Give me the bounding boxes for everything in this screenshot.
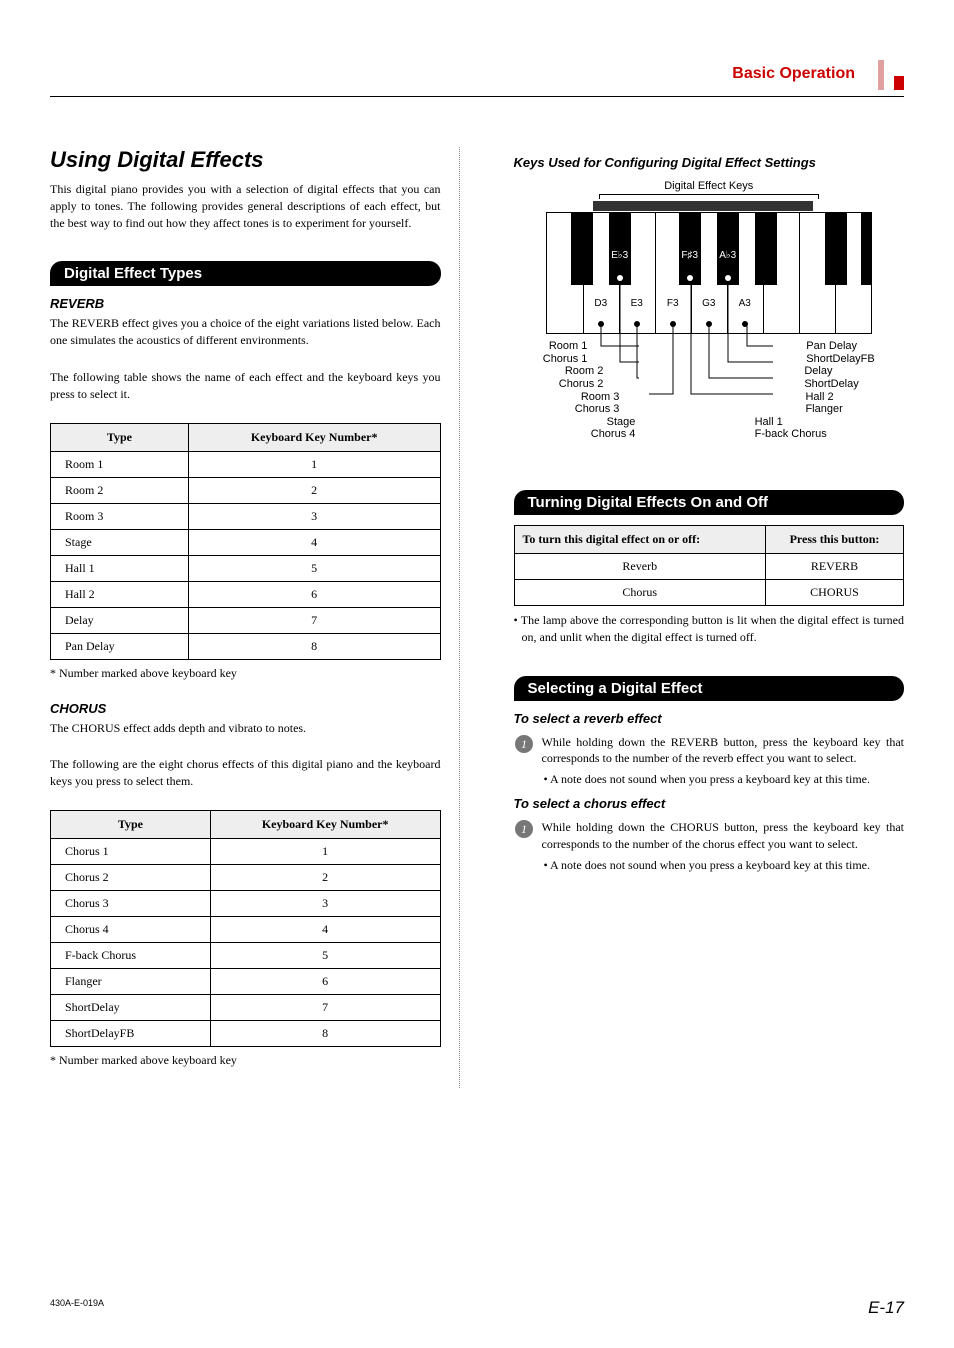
step-reverb-note: • A note does not sound when you press a…	[542, 771, 905, 788]
table-row: Chorus 33	[51, 890, 441, 916]
keyboard-icon: D3 E3 F3 G3 A3 E♭3 F♯3 A♭3	[546, 212, 872, 334]
reverb-footnote: * Number marked above keyboard key	[50, 666, 441, 681]
table-row: ShortDelay7	[51, 994, 441, 1020]
right-column: Keys Used for Configuring Digital Effect…	[496, 147, 905, 1088]
chorus-th-type: Type	[51, 810, 211, 838]
svg-text:1: 1	[521, 737, 527, 751]
reverb-th-keynum: Keyboard Key Number*	[188, 423, 440, 451]
keyboard-diagram: Digital Effect Keys D3 E3 F3 G3 A3	[529, 180, 889, 460]
section-heading-turning: Turning Digital Effects On and Off	[514, 490, 905, 515]
table-row: Room 33	[51, 503, 441, 529]
chorus-desc2: The following are the eight chorus effec…	[50, 756, 441, 790]
table-row: Chorus 44	[51, 916, 441, 942]
left-column: Using Digital Effects This digital piano…	[50, 147, 460, 1088]
table-row: Hall 15	[51, 555, 441, 581]
chorus-th-keynum: Keyboard Key Number*	[210, 810, 440, 838]
select-chorus-heading: To select a chorus effect	[514, 796, 905, 811]
keys-config-heading: Keys Used for Configuring Digital Effect…	[514, 155, 905, 170]
reverb-heading: REVERB	[50, 296, 441, 311]
turning-th-effect: To turn this digital effect on or off:	[514, 526, 766, 554]
table-row: Chorus 11	[51, 838, 441, 864]
kbd-top-label: Digital Effect Keys	[664, 180, 753, 192]
reverb-th-type: Type	[51, 423, 189, 451]
header-accent-icon	[878, 60, 904, 90]
table-row: Flanger6	[51, 968, 441, 994]
table-row: F-back Chorus5	[51, 942, 441, 968]
step-chorus-text: While holding down the CHORUS button, pr…	[542, 820, 905, 851]
reverb-table: Type Keyboard Key Number* Room 11 Room 2…	[50, 423, 441, 660]
table-row: Chorus 22	[51, 864, 441, 890]
table-row: Room 22	[51, 477, 441, 503]
table-row: Hall 26	[51, 581, 441, 607]
turning-note: • The lamp above the corresponding butto…	[514, 612, 905, 646]
reverb-desc2: The following table shows the name of ea…	[50, 369, 441, 403]
footer-code: 430A-E-019A	[50, 1298, 104, 1318]
turning-table: To turn this digital effect on or off: P…	[514, 525, 905, 606]
footer-page-number: E-17	[868, 1298, 904, 1318]
turning-th-button: Press this button:	[766, 526, 904, 554]
section-heading-selecting: Selecting a Digital Effect	[514, 676, 905, 701]
table-row: ShortDelayFB8	[51, 1020, 441, 1046]
step-reverb: 1 While holding down the REVERB button, …	[514, 734, 905, 788]
select-reverb-heading: To select a reverb effect	[514, 711, 905, 726]
table-row: Pan Delay8	[51, 633, 441, 659]
chorus-desc1: The CHORUS effect adds depth and vibrato…	[50, 720, 441, 737]
step-reverb-text: While holding down the REVERB button, pr…	[542, 735, 905, 766]
page-title: Using Digital Effects	[50, 147, 441, 173]
step-number-icon: 1	[514, 819, 534, 873]
table-row: Stage4	[51, 529, 441, 555]
page-footer: 430A-E-019A E-17	[50, 1298, 904, 1318]
step-chorus-note: • A note does not sound when you press a…	[542, 857, 905, 874]
step-chorus: 1 While holding down the CHORUS button, …	[514, 819, 905, 873]
table-row: ChorusCHORUS	[514, 580, 904, 606]
keyboard-annotations: Room 1 Chorus 1 Pan Delay ShortDelayFB R…	[529, 340, 889, 460]
table-row: ReverbREVERB	[514, 554, 904, 580]
section-heading-types: Digital Effect Types	[50, 261, 441, 286]
page-header: Basic Operation	[50, 60, 904, 97]
intro-paragraph: This digital piano provides you with a s…	[50, 181, 441, 231]
header-section-title: Basic Operation	[732, 65, 855, 83]
reverb-desc1: The REVERB effect gives you a choice of …	[50, 315, 441, 349]
chorus-footnote: * Number marked above keyboard key	[50, 1053, 441, 1068]
chorus-table: Type Keyboard Key Number* Chorus 11 Chor…	[50, 810, 441, 1047]
kbd-number-strip	[593, 201, 813, 211]
step-number-icon: 1	[514, 734, 534, 788]
chorus-heading: CHORUS	[50, 701, 441, 716]
table-row: Delay7	[51, 607, 441, 633]
table-row: Room 11	[51, 451, 441, 477]
svg-text:1: 1	[521, 822, 527, 836]
